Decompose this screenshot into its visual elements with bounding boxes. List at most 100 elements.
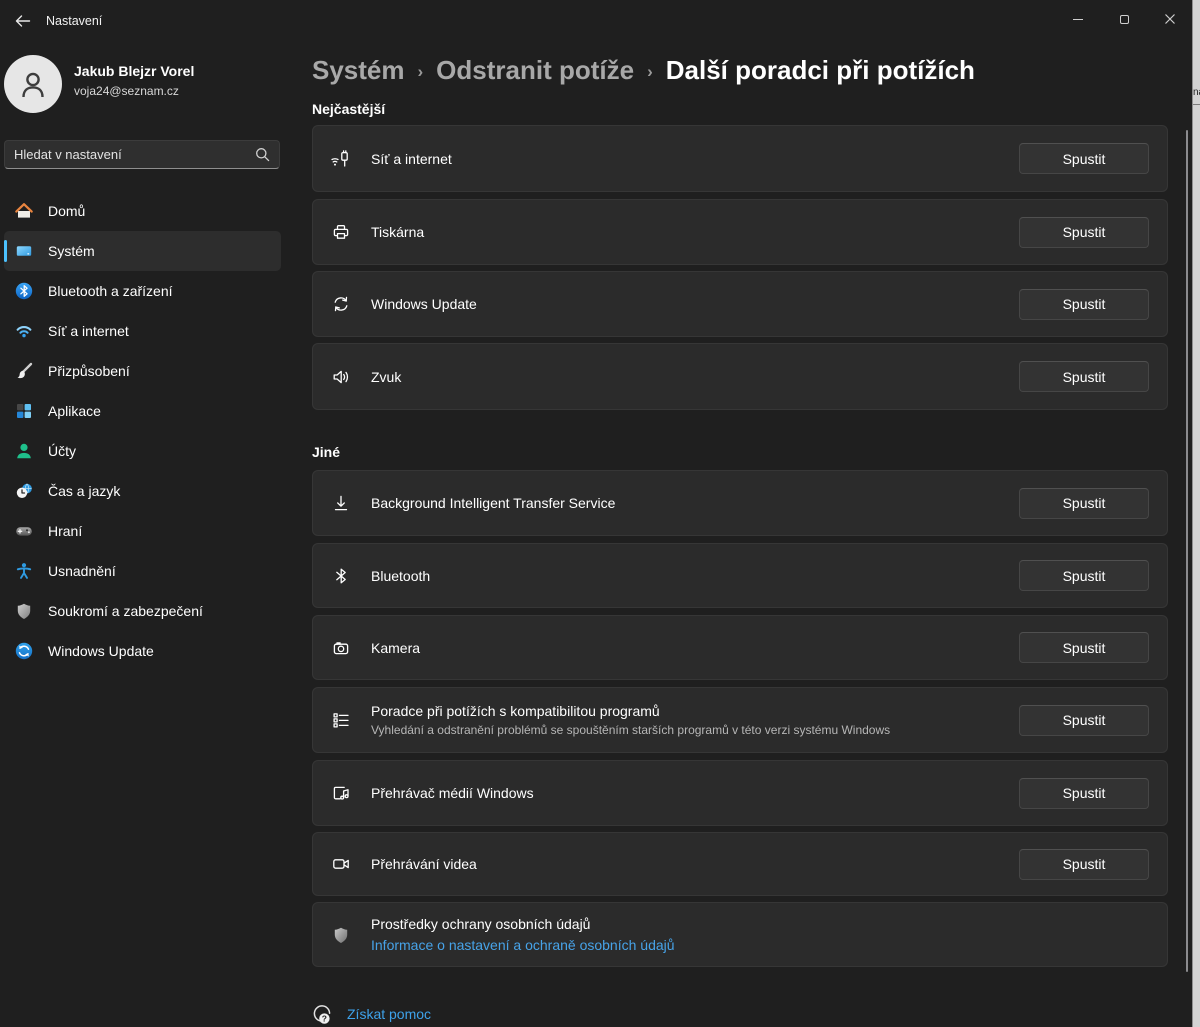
row-label: Background Intelligent Transfer Service (371, 495, 615, 511)
chevron-right-icon: › (418, 59, 424, 82)
row-label: Bluetooth (371, 568, 430, 584)
row-label: Poradce při potížích s kompatibilitou pr… (371, 703, 890, 719)
sidebar-item-system[interactable]: Systém (4, 231, 281, 271)
run-button[interactable]: Spustit (1019, 778, 1149, 809)
sidebar-item-label: Usnadnění (48, 563, 116, 579)
row-label: Přehrávač médií Windows (371, 785, 534, 801)
row-media-player: Přehrávač médií Windows Spustit (312, 760, 1168, 826)
person-icon (16, 67, 50, 101)
home-icon (14, 201, 34, 221)
sidebar-item-label: Čas a jazyk (48, 483, 120, 499)
row-video-playback: Přehrávání videa Spustit (312, 832, 1168, 896)
maximize-icon (1120, 15, 1129, 24)
breadcrumb: Systém › Odstranit potíže › Další poradc… (312, 55, 975, 86)
sidebar-item-gaming[interactable]: Hraní (4, 511, 281, 551)
network-icon (14, 321, 34, 341)
sidebar-item-privacy[interactable]: Soukromí a zabezpečení (4, 591, 281, 631)
search-icon (255, 147, 270, 162)
run-button[interactable]: Spustit (1019, 632, 1149, 663)
chevron-right-icon: › (647, 59, 653, 82)
maximize-button[interactable] (1101, 0, 1147, 38)
apps-icon (14, 401, 34, 421)
section-title-most-frequent: Nejčastější (312, 101, 385, 117)
run-button[interactable]: Spustit (1019, 849, 1149, 880)
app-title: Nastavení (46, 14, 102, 28)
sidebar-item-home[interactable]: Domů (4, 191, 281, 231)
back-button[interactable] (6, 7, 40, 35)
media-player-icon (331, 783, 351, 803)
row-label: Síť a internet (371, 151, 452, 167)
bluetooth-devices-icon (14, 281, 34, 301)
sidebar-item-apps[interactable]: Aplikace (4, 391, 281, 431)
run-button[interactable]: Spustit (1019, 143, 1149, 174)
sidebar-item-label: Systém (48, 243, 95, 259)
sidebar-item-label: Domů (48, 203, 85, 219)
breadcrumb-item-system[interactable]: Systém (312, 55, 405, 86)
vertical-scrollbar[interactable] (1186, 130, 1188, 972)
sidebar-item-label: Soukromí a zabezpečení (48, 603, 203, 619)
sidebar-item-label: Windows Update (48, 643, 154, 659)
avatar[interactable] (4, 55, 62, 113)
sidebar-item-label: Bluetooth a zařízení (48, 283, 173, 299)
row-sound: Zvuk Spustit (312, 343, 1168, 410)
sidebar-item-bluetooth-devices[interactable]: Bluetooth a zařízení (4, 271, 281, 311)
accessibility-icon (14, 561, 34, 581)
close-icon (1164, 13, 1176, 25)
sidebar-item-windows-update[interactable]: Windows Update (4, 631, 281, 671)
row-windows-update: Windows Update Spustit (312, 271, 1168, 337)
sidebar-item-accounts[interactable]: Účty (4, 431, 281, 471)
run-button[interactable]: Spustit (1019, 361, 1149, 392)
sidebar-item-label: Účty (48, 443, 76, 459)
sidebar-item-personalization[interactable]: Přizpůsobení (4, 351, 281, 391)
gaming-icon (14, 521, 34, 541)
network-troubleshoot-icon (331, 149, 351, 169)
minimize-button[interactable] (1055, 0, 1101, 38)
search-box (4, 140, 280, 169)
background-window-divider (1193, 104, 1200, 105)
svg-text:?: ? (322, 1013, 327, 1023)
printer-icon (331, 222, 351, 242)
row-label: Kamera (371, 640, 420, 656)
run-button[interactable]: Spustit (1019, 289, 1149, 320)
sidebar-item-label: Hraní (48, 523, 82, 539)
row-sublabel: Vyhledání a odstranění problémů se spouš… (371, 723, 890, 737)
row-bits: Background Intelligent Transfer Service … (312, 470, 1168, 536)
get-help: ? Získat pomoc (310, 1002, 431, 1026)
video-playback-icon (331, 854, 351, 874)
row-label: Tiskárna (371, 224, 424, 240)
system-icon (14, 241, 34, 261)
user-name: Jakub Blejzr Vorel (74, 63, 194, 79)
get-help-icon: ? (310, 1002, 334, 1026)
sidebar-item-label: Síť a internet (48, 323, 129, 339)
breadcrumb-item-troubleshoot[interactable]: Odstranit potíže (436, 55, 634, 86)
row-label: Zvuk (371, 369, 401, 385)
row-label: Přehrávání videa (371, 856, 477, 872)
accounts-icon (14, 441, 34, 461)
time-language-icon (14, 481, 34, 501)
sidebar-item-label: Přizpůsobení (48, 363, 130, 379)
run-button[interactable]: Spustit (1019, 217, 1149, 248)
run-button[interactable]: Spustit (1019, 560, 1149, 591)
row-camera: Kamera Spustit (312, 615, 1168, 680)
row-network-internet: Síť a internet Spustit (312, 125, 1168, 192)
minimize-icon (1073, 19, 1083, 20)
sidebar-item-time-language[interactable]: Čas a jazyk (4, 471, 281, 511)
row-privacy-resources: Prostředky ochrany osobních údajů Inform… (312, 902, 1168, 967)
row-printer: Tiskárna Spustit (312, 199, 1168, 265)
sidebar-nav: Domů Systém Bluetooth a zařízení (0, 191, 300, 671)
user-email: voja24@seznam.cz (74, 84, 179, 98)
sidebar-item-network[interactable]: Síť a internet (4, 311, 281, 351)
personalization-icon (14, 361, 34, 381)
download-icon (331, 493, 351, 513)
window-controls (1055, 0, 1193, 38)
run-button[interactable]: Spustit (1019, 488, 1149, 519)
get-help-link[interactable]: Získat pomoc (347, 1006, 431, 1022)
close-button[interactable] (1147, 0, 1193, 38)
privacy-info-link[interactable]: Informace o nastavení a ochraně osobních… (371, 937, 675, 953)
search-input[interactable] (14, 147, 255, 162)
run-button[interactable]: Spustit (1019, 705, 1149, 736)
page-title: Další poradci při potížích (666, 55, 975, 86)
sidebar-item-accessibility[interactable]: Usnadnění (4, 551, 281, 591)
background-window-text: na (1193, 87, 1200, 98)
shield-icon (331, 925, 351, 945)
